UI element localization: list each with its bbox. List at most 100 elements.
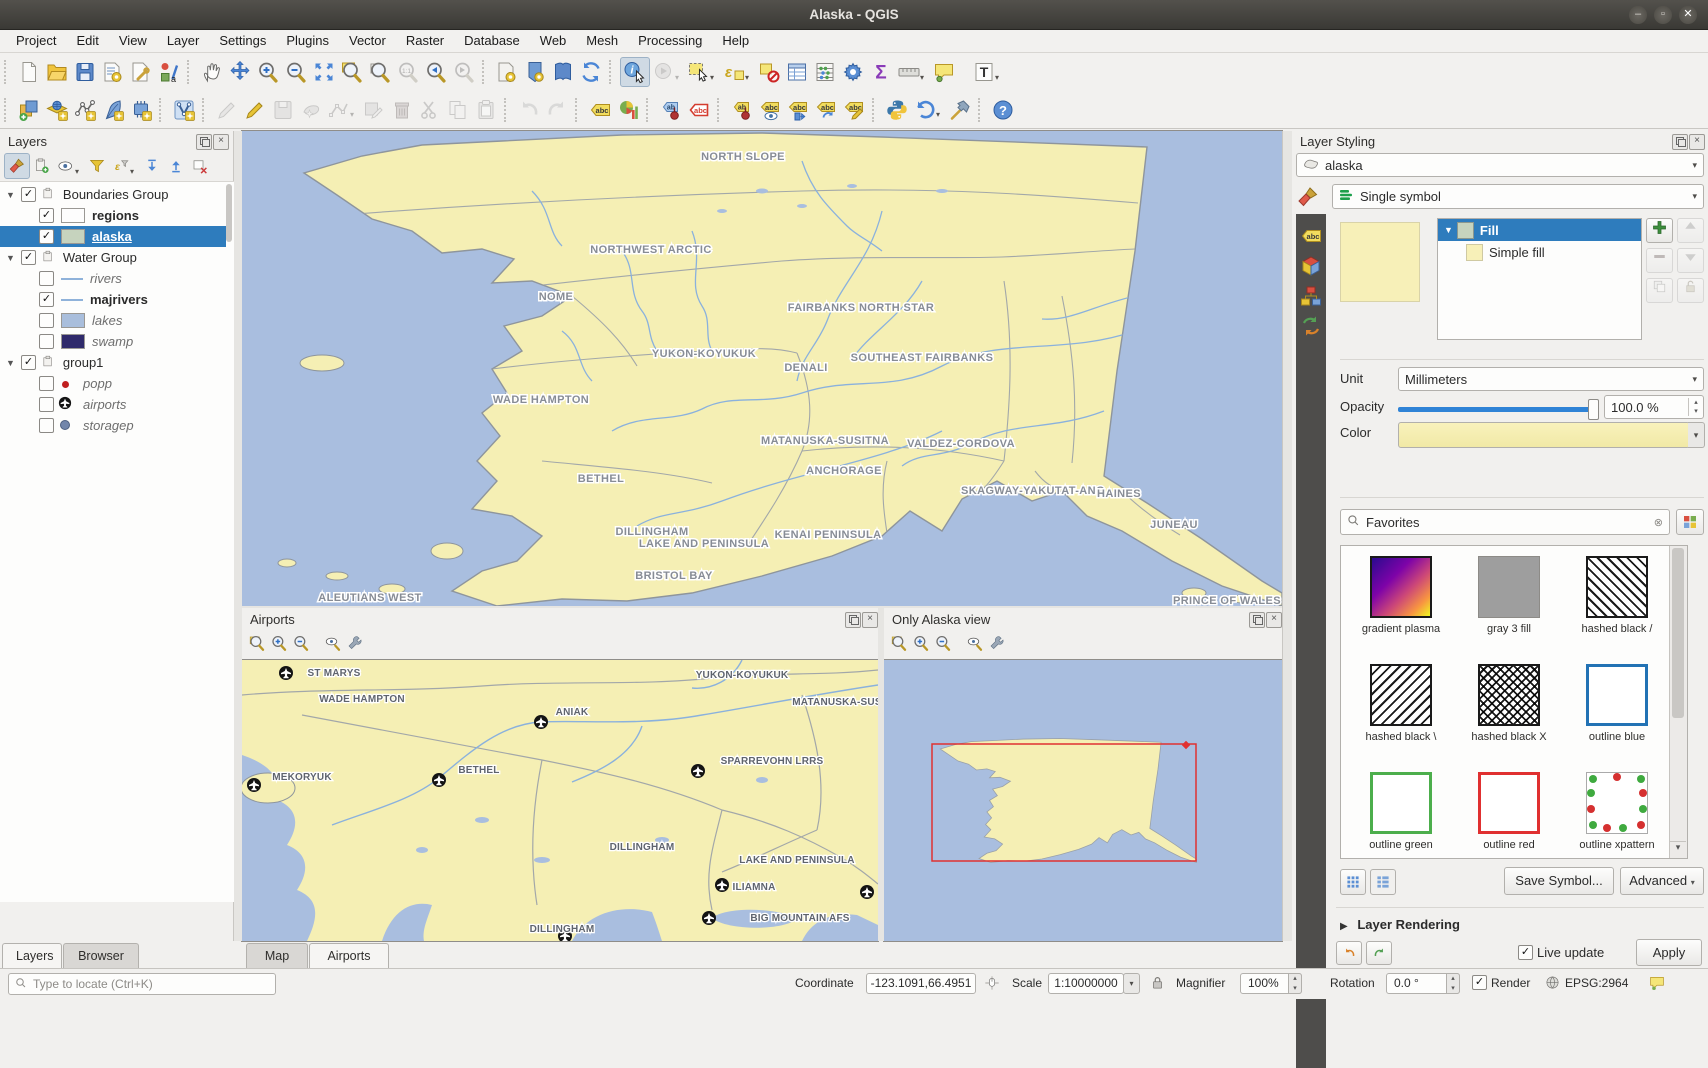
list-view-button[interactable] bbox=[1370, 869, 1396, 895]
undo-icon[interactable] bbox=[515, 96, 543, 124]
move-label-diagram-icon[interactable]: abc bbox=[784, 96, 812, 124]
paste-features-icon[interactable] bbox=[472, 96, 500, 124]
layers-close-icon[interactable]: × bbox=[213, 134, 229, 150]
color-button[interactable] bbox=[1398, 422, 1690, 448]
vertex-tool-dropdown[interactable]: ▾ bbox=[350, 110, 358, 119]
opacity-slider[interactable] bbox=[1398, 407, 1594, 412]
tab-map-1[interactable]: Map 1 bbox=[246, 943, 308, 968]
menu-raster[interactable]: Raster bbox=[396, 30, 454, 52]
crs-globe-icon[interactable] bbox=[1545, 975, 1560, 993]
open-attribute-table-icon[interactable] bbox=[783, 58, 811, 86]
map-tips-icon[interactable] bbox=[930, 58, 958, 86]
duplicate-symbol-button[interactable] bbox=[1646, 278, 1673, 303]
symbol-item[interactable]: outline xpattern bbox=[1567, 772, 1667, 852]
scale-dropdown[interactable]: ▾ bbox=[1123, 973, 1140, 994]
symbol-item[interactable]: gradient plasma bbox=[1351, 556, 1451, 636]
view-3d-tab-icon[interactable] bbox=[1299, 254, 1323, 281]
zoom-last-icon[interactable] bbox=[422, 58, 450, 86]
style-manager-button[interactable] bbox=[1676, 509, 1704, 535]
layer-labeling-icon[interactable]: abc bbox=[586, 96, 614, 124]
processing-toolbox-icon[interactable] bbox=[839, 58, 867, 86]
new-virtual-layer-icon[interactable] bbox=[127, 96, 155, 124]
magnifier-spinner[interactable]: ▴▾ bbox=[1288, 973, 1302, 994]
sync-view-icon[interactable] bbox=[322, 632, 344, 654]
menu-database[interactable]: Database bbox=[454, 30, 530, 52]
crs-value[interactable]: EPSG:2964 bbox=[1565, 976, 1628, 990]
symbol-tree-row-fill[interactable]: ▼ Fill bbox=[1438, 219, 1641, 241]
remove-layer-icon[interactable] bbox=[188, 154, 212, 178]
select-features-icon[interactable] bbox=[685, 58, 713, 86]
locate-input[interactable]: Type to locate (Ctrl+K) bbox=[8, 973, 276, 995]
cut-features-icon[interactable] bbox=[416, 96, 444, 124]
menu-mesh[interactable]: Mesh bbox=[576, 30, 628, 52]
unit-select[interactable]: Millimeters▾ bbox=[1398, 367, 1704, 391]
save-symbol-button[interactable]: Save Symbol... bbox=[1504, 867, 1614, 895]
zoom-out-mini-icon[interactable] bbox=[290, 632, 312, 654]
pan-map-icon[interactable] bbox=[198, 58, 226, 86]
show-hide-labels-icon[interactable]: abc bbox=[756, 96, 784, 124]
move-symbol-down-button[interactable] bbox=[1677, 248, 1704, 273]
zoom-to-layer-icon[interactable] bbox=[366, 58, 394, 86]
toggle-editing-icon[interactable] bbox=[213, 96, 241, 124]
menu-project[interactable]: Project bbox=[6, 30, 66, 52]
airports-close-icon[interactable]: × bbox=[862, 612, 878, 628]
overview-close-icon[interactable]: × bbox=[1266, 612, 1282, 628]
symbol-grid-scrollbar[interactable]: ▾ bbox=[1669, 546, 1687, 858]
python-console-icon[interactable] bbox=[883, 96, 911, 124]
airports-float-icon[interactable] bbox=[845, 612, 861, 628]
select-features-dropdown[interactable]: ▾ bbox=[710, 73, 718, 82]
rotate-label-icon[interactable]: abc bbox=[812, 96, 840, 124]
help-icon[interactable]: ? bbox=[989, 96, 1017, 124]
clear-search-icon[interactable]: ⊗ bbox=[1654, 516, 1663, 529]
new-geopackage-layer-icon[interactable] bbox=[43, 96, 71, 124]
layer-row-alaska[interactable]: ✓ alaska bbox=[0, 226, 226, 247]
labels-tab-icon[interactable]: abc bbox=[1299, 224, 1323, 251]
redo-icon[interactable] bbox=[543, 96, 571, 124]
highlight-pinned-labels-icon[interactable]: abc bbox=[685, 96, 713, 124]
menu-processing[interactable]: Processing bbox=[628, 30, 712, 52]
select-by-expression-icon[interactable]: ε bbox=[720, 58, 748, 86]
new-project-icon[interactable] bbox=[15, 58, 43, 86]
save-project-icon[interactable] bbox=[71, 58, 99, 86]
overview-float-icon[interactable] bbox=[1249, 612, 1265, 628]
render-checkbox[interactable]: ✓ bbox=[1472, 975, 1487, 990]
layers-float-icon[interactable] bbox=[196, 134, 212, 150]
styling-redo-button[interactable] bbox=[1366, 941, 1392, 965]
splitter[interactable] bbox=[234, 131, 242, 941]
tab-browser[interactable]: Browser bbox=[63, 943, 139, 968]
tab-airports[interactable]: Airports bbox=[309, 943, 389, 968]
vertex-tool-icon[interactable] bbox=[325, 96, 353, 124]
run-feature-action-icon[interactable] bbox=[650, 58, 678, 86]
measure-icon[interactable] bbox=[895, 58, 923, 86]
menu-plugins[interactable]: Plugins bbox=[276, 30, 339, 52]
text-annotation-icon[interactable]: T bbox=[970, 58, 998, 86]
select-expression-dropdown[interactable]: ▾ bbox=[745, 73, 753, 82]
layer-row-majrivers[interactable]: ✓ majrivers bbox=[0, 289, 226, 310]
live-update-checkbox[interactable]: ✓ bbox=[1518, 945, 1533, 960]
open-layer-styling-icon[interactable] bbox=[4, 153, 30, 179]
zoom-out-mini-icon[interactable] bbox=[932, 632, 954, 654]
new-print-layout-icon[interactable] bbox=[99, 58, 127, 86]
rollback-dropdown[interactable]: ▾ bbox=[936, 110, 944, 119]
zoom-in-mini-icon[interactable] bbox=[910, 632, 932, 654]
add-symbol-layer-button[interactable] bbox=[1646, 218, 1673, 243]
zoom-native-icon[interactable]: 1:1 bbox=[394, 58, 422, 86]
tab-layers[interactable]: Layers bbox=[2, 943, 62, 968]
minimize-button[interactable]: – bbox=[1629, 6, 1647, 24]
open-project-icon[interactable] bbox=[43, 58, 71, 86]
menu-view[interactable]: View bbox=[109, 30, 157, 52]
pan-to-selection-icon[interactable] bbox=[226, 58, 254, 86]
measure-dropdown[interactable]: ▾ bbox=[920, 73, 928, 82]
digitize-icon[interactable] bbox=[297, 96, 325, 124]
close-button[interactable]: ✕ bbox=[1679, 6, 1697, 24]
airports-map-canvas[interactable]: ST MARYS WADE HAMPTON ANIAK MEKORYUK BET… bbox=[242, 660, 878, 941]
symbol-item[interactable]: hashed black / bbox=[1567, 556, 1667, 636]
refresh-map-icon[interactable] bbox=[577, 58, 605, 86]
splitter[interactable] bbox=[878, 608, 884, 941]
menu-edit[interactable]: Edit bbox=[66, 30, 108, 52]
multiedit-icon[interactable] bbox=[360, 96, 388, 124]
splitter[interactable] bbox=[242, 606, 1282, 608]
menu-settings[interactable]: Settings bbox=[209, 30, 276, 52]
filter-legend-icon[interactable] bbox=[85, 154, 109, 178]
styling-layer-select[interactable]: alaska ▾ bbox=[1296, 153, 1704, 177]
